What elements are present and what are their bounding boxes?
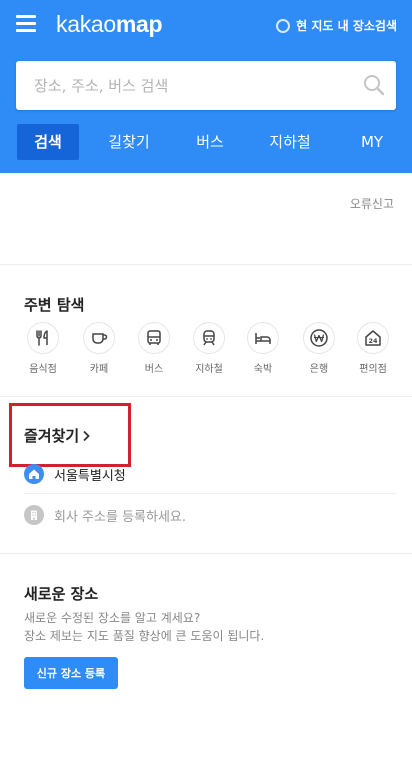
- logo-text-map: map: [115, 11, 163, 37]
- category-restaurant[interactable]: 음식점: [19, 322, 67, 375]
- top-header: kakaomap 현 지도 내 장소검색 검색 길찾기 버스 지하철 MY: [0, 0, 412, 173]
- chevron-right-icon: [83, 430, 90, 441]
- tab-search[interactable]: 검색: [17, 124, 79, 160]
- building-icon: [31, 510, 37, 520]
- search-in-map-toggle[interactable]: 현 지도 내 장소검색: [276, 17, 397, 34]
- new-places-desc-2: 장소 제보는 지도 품질 향상에 큰 도움이 됩니다.: [24, 629, 265, 643]
- category-label: 버스: [144, 364, 164, 375]
- hamburger-menu-icon[interactable]: [16, 14, 36, 32]
- work-badge: [24, 505, 44, 525]
- category-label: 은행: [309, 364, 329, 375]
- tab-bus[interactable]: 버스: [180, 124, 240, 160]
- cafe-icon: [92, 333, 108, 344]
- work-address-prompt: 회사 주소를 등록하세요.: [54, 509, 186, 525]
- home-icon: [29, 469, 39, 479]
- category-bank[interactable]: 은행: [295, 322, 343, 375]
- search-icon[interactable]: [362, 73, 386, 97]
- tab-my[interactable]: MY: [342, 124, 402, 160]
- category-label: 지하철: [195, 364, 223, 375]
- tab-directions[interactable]: 길찾기: [95, 124, 163, 160]
- search-in-map-label: 현 지도 내 장소검색: [296, 19, 397, 33]
- section-divider: [0, 264, 412, 265]
- section-divider: [0, 553, 412, 554]
- new-places-desc-1: 새로운 수정된 장소를 알고 계세요?: [24, 611, 201, 625]
- restaurant-icon: [36, 330, 48, 346]
- category-label: 편의점: [359, 364, 387, 375]
- favorite-work[interactable]: 회사 주소를 등록하세요.: [24, 504, 396, 526]
- category-label: 음식점: [29, 364, 57, 375]
- convenience-store-icon: 24: [365, 330, 381, 346]
- section-divider: [0, 396, 412, 397]
- subway-icon: [203, 330, 215, 346]
- category-label: 카페: [89, 364, 109, 375]
- home-badge: [24, 464, 44, 484]
- category-subway[interactable]: 지하철: [185, 322, 233, 375]
- category-label: 숙박: [253, 364, 273, 375]
- category-bus[interactable]: 버스: [130, 322, 178, 375]
- category-convenience-store[interactable]: 24 편의점: [349, 322, 397, 375]
- nearby-title: 주변 탐색: [24, 296, 85, 314]
- favorite-home[interactable]: 서울특별시청: [24, 463, 396, 485]
- register-new-place-button[interactable]: 신규 장소 등록: [24, 657, 118, 689]
- home-address: 서울특별시청: [54, 468, 126, 484]
- favorites-link[interactable]: 즐겨찾기: [24, 425, 90, 446]
- radio-circle-icon[interactable]: [276, 18, 291, 33]
- tab-subway[interactable]: 지하철: [256, 124, 324, 160]
- lodging-icon: [255, 333, 271, 344]
- category-cafe[interactable]: 카페: [75, 322, 123, 375]
- svg-text:24: 24: [368, 337, 378, 345]
- bank-icon: [310, 329, 328, 347]
- row-divider: [24, 493, 396, 494]
- bus-icon: [147, 330, 161, 345]
- nearby-categories: 음식점 카페 버스 지하철 숙박 은행 24 편의점: [0, 322, 412, 382]
- main-tabs: 검색 길찾기 버스 지하철 MY: [0, 124, 412, 160]
- error-report-link[interactable]: 오류신고: [350, 195, 394, 212]
- category-lodging[interactable]: 숙박: [239, 322, 287, 375]
- search-input[interactable]: [16, 61, 346, 110]
- favorites-title: 즐겨찾기: [24, 427, 80, 445]
- search-box: [16, 61, 396, 110]
- kakaomap-logo[interactable]: kakaomap: [56, 11, 163, 38]
- new-places-title: 새로운 장소: [24, 585, 99, 603]
- logo-text-kakao: kakao: [56, 11, 116, 37]
